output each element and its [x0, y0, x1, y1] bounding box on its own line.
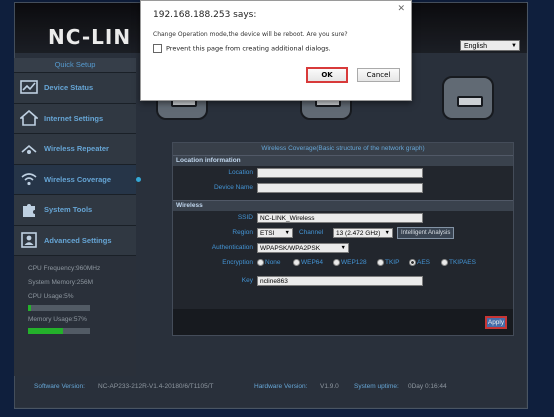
- dialog-message: Change Operation mode,the device will be…: [153, 31, 348, 38]
- checkbox-label: Prevent this page from creating addition…: [166, 44, 331, 53]
- cancel-button[interactable]: Cancel: [357, 68, 400, 82]
- checkbox-box: [153, 44, 162, 53]
- dialog-title: 192.168.188.253 says:: [153, 10, 257, 20]
- close-icon[interactable]: ✕: [397, 4, 405, 14]
- ok-button[interactable]: OK: [306, 67, 348, 83]
- prevent-dialogs-checkbox[interactable]: Prevent this page from creating addition…: [153, 44, 331, 53]
- confirm-dialog: 192.168.188.253 says: ✕ Change Operation…: [140, 0, 412, 101]
